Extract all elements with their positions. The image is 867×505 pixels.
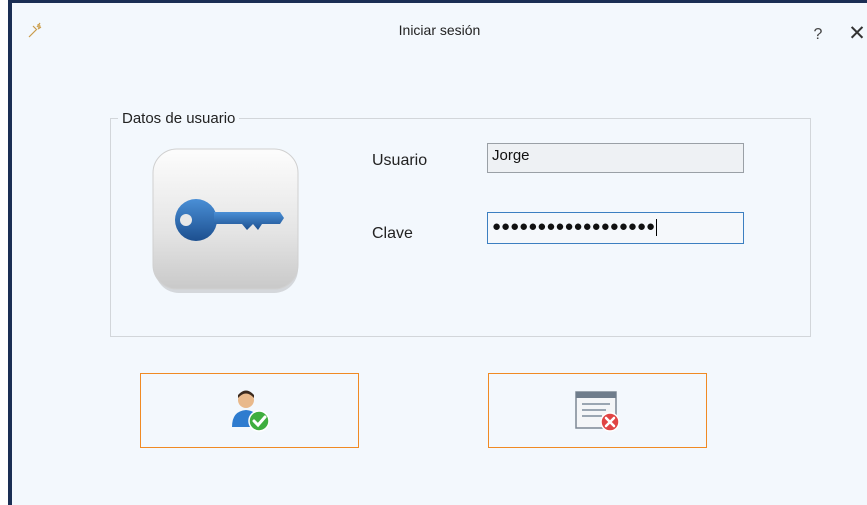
login-button[interactable] [140,373,359,448]
window-title: Iniciar sesión [398,22,481,38]
close-button[interactable]: ✕ [845,22,867,46]
title-bar: Iniciar sesión ? ✕ [12,0,867,62]
password-mask: ●●●●●●●●●●●●●●●●●● [492,218,656,235]
text-caret [656,218,658,236]
window-left-border [0,0,12,505]
window-top-border [12,0,867,3]
password-input[interactable]: ●●●●●●●●●●●●●●●●●● [487,212,744,244]
help-button[interactable]: ? [808,25,828,45]
key-icon [152,148,299,293]
user-input[interactable]: Jorge [487,143,744,173]
password-label: Clave [372,225,413,242]
user-label: Usuario [372,152,428,169]
group-legend: Datos de usuario [118,110,240,127]
window-cancel-icon [574,390,620,432]
user-check-icon [231,390,270,432]
cancel-button[interactable] [488,373,707,448]
